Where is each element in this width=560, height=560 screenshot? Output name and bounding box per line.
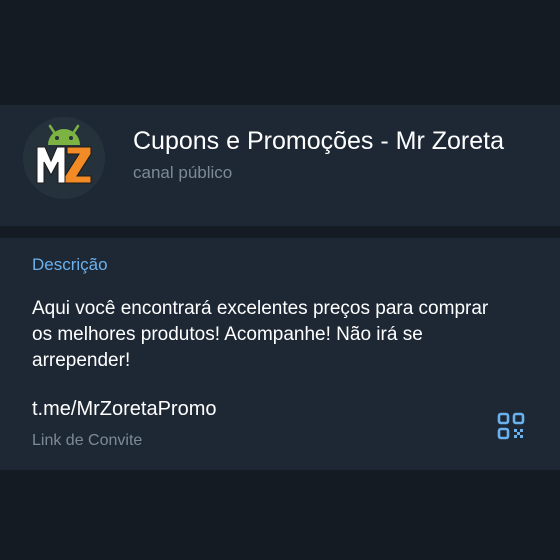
description-text: Aqui você encontrará excelentes preços p… (32, 298, 489, 371)
qr-code-icon (497, 412, 525, 440)
channel-subtitle: canal público (133, 163, 233, 182)
description-label: Descrição (32, 255, 108, 274)
channel-avatar[interactable] (23, 117, 105, 199)
invite-link-caption: Link de Convite (32, 432, 143, 449)
channel-info-screen: Cupons e Promoções - Mr Zoreta canal púb… (0, 0, 560, 560)
qr-code-button[interactable] (494, 409, 528, 443)
invite-link[interactable]: t.me/MrZoretaPromo (32, 398, 216, 421)
mz-logo-icon (23, 117, 105, 199)
channel-title: Cupons e Promoções - Mr Zoreta (133, 127, 504, 155)
